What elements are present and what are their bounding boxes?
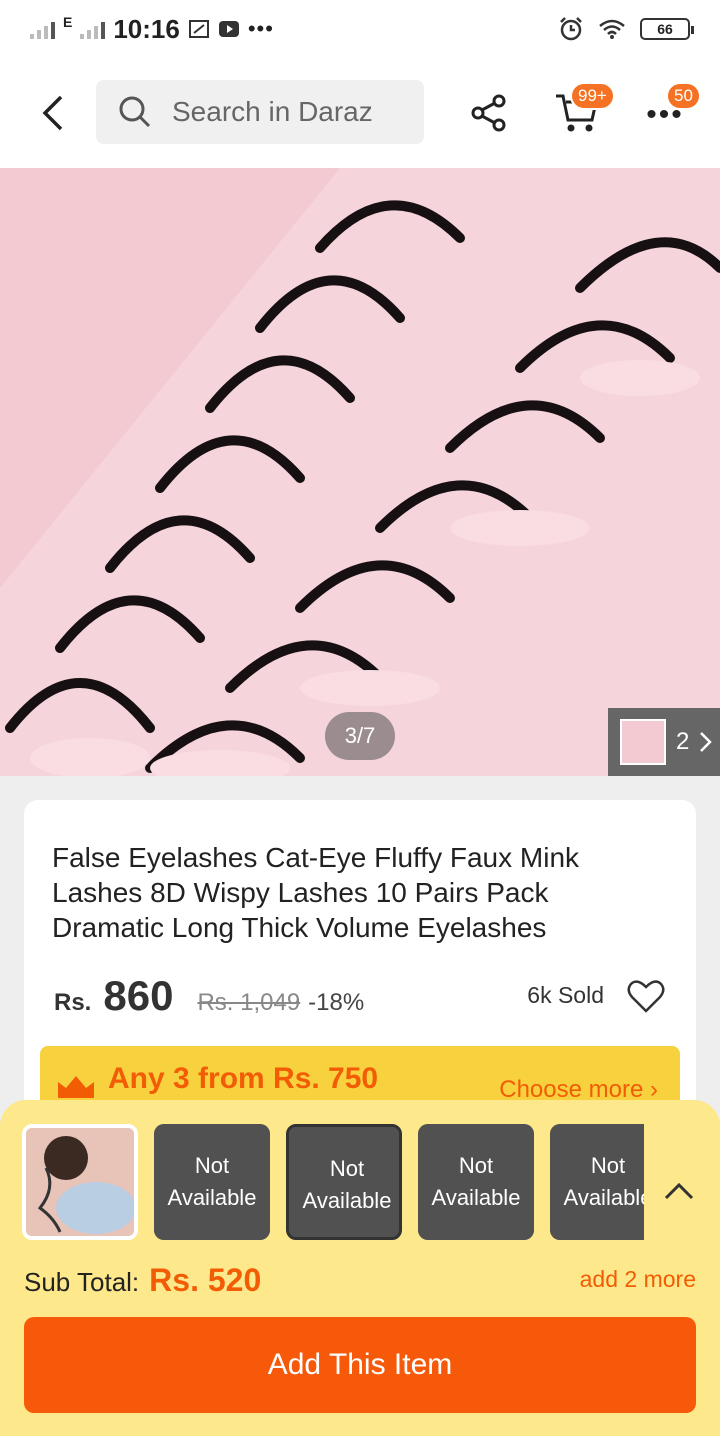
bundle-sheet: Not Available Not Available Not Availabl… [0, 1100, 720, 1436]
choose-more-label: Choose more [499, 1076, 644, 1103]
product-title: False Eyelashes Cat-Eye Fluffy Faux Mink… [52, 842, 580, 943]
alarm-icon [560, 17, 582, 41]
share-icon [471, 94, 506, 132]
cart-badge: 99+ [570, 82, 615, 110]
back-button[interactable] [30, 90, 76, 136]
menu-badge: 50 [666, 82, 701, 110]
more-dots-icon: ••• [247, 16, 274, 41]
clock: 10:16 [113, 13, 180, 44]
bundle-item-unavailable[interactable]: Not Available [550, 1124, 644, 1240]
battery-icon: 66 [640, 18, 694, 40]
subtotal-label: Sub Total: [24, 1267, 140, 1297]
product-image [0, 168, 720, 776]
not-available-label: Not Available [289, 1127, 399, 1237]
wifi-icon [599, 19, 625, 39]
product-image-gallery[interactable] [0, 168, 720, 776]
cart-button[interactable]: 99+ [552, 82, 615, 138]
signal-icon [30, 19, 55, 39]
bundle-item-unavailable[interactable]: Not Available [154, 1124, 270, 1240]
subtotal-amount: Rs. 520 [149, 1262, 262, 1298]
not-available-label: Not Available [154, 1124, 270, 1240]
item-thumbnail-earring [26, 1128, 134, 1236]
chevron-right-icon [700, 732, 713, 752]
sold-count: 6k Sold [527, 982, 604, 1008]
discount: -18% [308, 989, 365, 1016]
add-this-item-button[interactable]: Add This Item [24, 1317, 696, 1413]
chevron-up-icon[interactable] [662, 1174, 696, 1208]
bundle-items: Not Available Not Available Not Availabl… [22, 1124, 644, 1240]
variant-thumbnails-button[interactable]: 2 [608, 708, 720, 776]
top-nav: Search in Daraz 99+ ••• 50 [0, 58, 720, 168]
price: 860 [103, 972, 174, 1019]
search-bar[interactable]: Search in Daraz [96, 80, 424, 144]
more-button[interactable]: ••• 50 [640, 82, 701, 138]
share-button[interactable] [464, 88, 514, 138]
promo-text: Any 3 from Rs. 750 [108, 1062, 379, 1095]
screenshot-icon [188, 20, 209, 38]
bundle-item-unavailable[interactable]: Not Available [418, 1124, 534, 1240]
variant-count: 2 [676, 728, 690, 755]
crown-icon [58, 1076, 94, 1098]
subtotal: Sub Total: Rs. 520 [24, 1262, 261, 1299]
status-bar: E 10:16 ••• 66 [0, 0, 720, 58]
search-icon [119, 96, 151, 128]
bundle-item-unavailable[interactable]: Not Available [286, 1124, 402, 1240]
price-currency: Rs. [54, 989, 92, 1016]
not-available-label: Not Available [418, 1124, 534, 1240]
variant-thumbnail [620, 719, 666, 765]
original-price: Rs. 1,049 [197, 989, 301, 1016]
search-placeholder: Search in Daraz [172, 96, 373, 127]
bundle-item-selected[interactable] [22, 1124, 138, 1240]
image-counter: 3/7 [325, 712, 395, 760]
youtube-icon [218, 21, 239, 37]
wishlist-heart-icon[interactable] [626, 976, 666, 1016]
signal-2-icon [80, 19, 106, 39]
add-more-hint: add 2 more [579, 1266, 696, 1292]
network-type-label: E [63, 14, 73, 30]
not-available-label: Not Available [550, 1124, 644, 1240]
back-arrow-icon [42, 95, 63, 131]
